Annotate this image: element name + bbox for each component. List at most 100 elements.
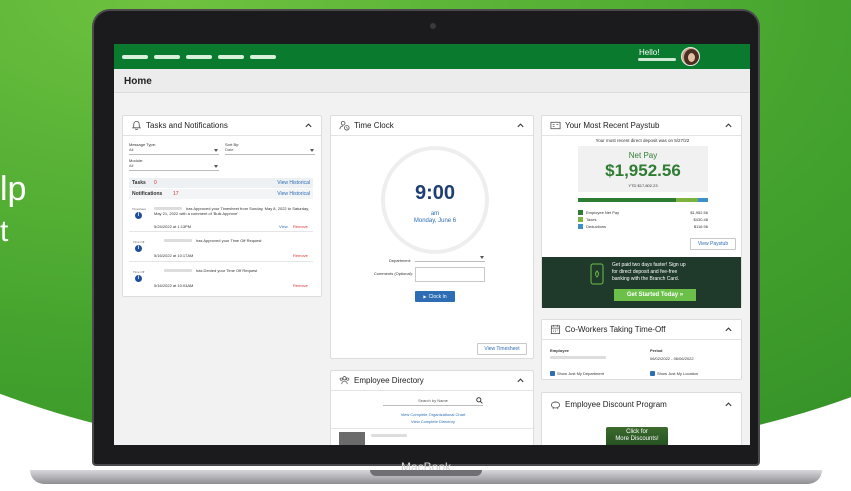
chevron-up-icon[interactable] [724,400,733,409]
bell-icon [132,120,141,131]
legend-label: Employee Net Pay [586,210,620,215]
complete-directory-link[interactable]: View Complete Directory [331,419,535,424]
greeting-text: Hello! [639,48,660,57]
bar-segment-taxes [675,198,698,202]
branch-promo[interactable]: Get paid two days faster! Sign up for di… [542,257,741,308]
notification-tag: Time Off [133,270,145,274]
department-checkbox[interactable] [550,371,555,376]
discount-panel-title: Employee Discount Program [565,400,667,409]
tasks-label: Tasks [132,180,146,186]
tasks-panel-title: Tasks and Notifications [146,121,228,130]
menu-dash-icon[interactable] [122,55,148,59]
period-column-header: Period [650,348,663,353]
name-placeholder [164,239,192,242]
net-pay-label: Net Pay [628,151,658,160]
menu-dash-icon[interactable] [250,55,276,59]
chevron-down-icon [214,149,218,152]
laptop-screen: Hello! Home Tasks and Notifications Mess… [114,44,750,445]
chevron-up-icon[interactable] [516,121,525,130]
notification-tag: Time Off [133,240,145,244]
comments-input[interactable] [415,267,485,282]
info-icon: i [135,275,142,282]
legend-amount: $430.48 [693,217,708,222]
camera-icon [430,23,436,29]
paystub-icon [550,121,561,130]
legend-swatch [578,224,583,229]
notifications-row: Notifications 17 View Historical [129,189,313,199]
laptop-base-notch [370,470,482,476]
search-icon[interactable] [476,397,483,404]
tasks-panel: Tasks and Notifications Message Type: Al… [122,115,322,297]
message-type-value: All [129,147,134,152]
bar-segment-deductions [697,198,708,202]
menu-dash-icon[interactable] [154,55,180,59]
legend-label: Deductions [586,224,607,229]
bar-segment-net-pay [578,198,676,202]
view-historical-tasks-link[interactable]: View Historical [277,180,310,186]
promo-line-1: Get paid two days faster! Sign up [612,262,686,268]
notification-text: has Approved your Time Off Request [196,238,262,243]
department-select[interactable] [415,254,485,262]
show-location-label: Show Just My Location [657,371,699,376]
org-chart-link[interactable]: View Complete Organizational Chart [331,412,535,417]
get-started-button[interactable]: Get Started Today » [614,289,696,301]
chevron-up-icon[interactable] [724,325,733,334]
chevron-up-icon[interactable] [724,121,733,130]
directory-search-input[interactable]: Search by Name [383,398,483,406]
view-timesheet-button[interactable]: View Timesheet [477,343,527,355]
promo-line-2: for direct deposit and fee-free [612,269,678,275]
legend-amount: $1,952.56 [690,210,708,215]
message-type-select[interactable]: All [129,147,219,155]
show-department-label: Show Just My Department [557,371,604,376]
ytd-amount: YTD $17,802.23 [628,183,658,188]
menu-dash-icon[interactable] [186,55,212,59]
paystub-panel-title: Your Most Recent Paystub [565,121,660,130]
page-title-bar: Home [114,69,750,93]
username-placeholder [638,58,676,61]
time-clock-panel-title: Time Clock [354,121,394,130]
remove-link[interactable]: Remove [293,283,308,288]
location-checkbox[interactable] [650,371,655,376]
notification-item: Time Off i has Denied your Time Off Requ… [129,264,313,292]
module-select[interactable]: All [129,163,219,171]
promo-line-3: banking with the Branch Card. [612,276,679,282]
info-icon: i [135,212,142,219]
paystub-panel: Your Most Recent Paystub Your most recen… [541,115,742,308]
view-historical-notifications-link[interactable]: View Historical [277,191,310,197]
view-link[interactable]: View [279,224,288,229]
net-pay-box: Net Pay $1,952.56 YTD $17,802.23 [578,146,708,192]
discount-banner[interactable]: Click for More Discounts! [606,427,668,445]
name-placeholder [164,269,192,272]
employee-name-placeholder [371,434,407,437]
phone-card-icon [590,263,604,285]
directory-divider [331,428,535,429]
remove-link[interactable]: Remove [293,253,308,258]
directory-search-placeholder: Search by Name [418,398,448,403]
chevron-down-icon [480,256,484,259]
clock-in-button[interactable]: ▶ Clock In [415,291,455,302]
discount-banner-line-1: Click for [626,429,648,435]
chevron-up-icon[interactable] [304,121,313,130]
discount-banner-line-2: More Discounts! [615,436,659,442]
menu-dash-icon[interactable] [218,55,244,59]
app-header: Hello! [114,44,750,69]
chevron-down-icon [214,165,218,168]
discount-program-panel: Employee Discount Program Click for More… [541,392,742,445]
clock-ampm: am [430,211,440,217]
view-paystub-button[interactable]: View Paystub [690,238,736,250]
calendar-icon [550,324,561,335]
notification-date: 5/24/2022 at 1:13PM [154,224,192,229]
employee-directory-panel-title: Employee Directory [354,376,424,385]
paystub-panel-header: Your Most Recent Paystub [542,116,741,136]
legend-amount: $116.96 [693,224,708,229]
sort-by-select[interactable]: Date [225,147,315,155]
avatar[interactable] [681,47,700,66]
chevron-up-icon[interactable] [516,376,525,385]
employee-photo[interactable] [339,432,365,445]
notification-item: Time Off i has Approved your Time Off Re… [129,234,313,262]
user-clock-icon [339,120,350,131]
legend-row-taxes: Taxes $430.48 [578,216,708,223]
notifications-count: 17 [173,191,179,197]
remove-link[interactable]: Remove [293,224,308,229]
page-title: Home [124,76,152,87]
